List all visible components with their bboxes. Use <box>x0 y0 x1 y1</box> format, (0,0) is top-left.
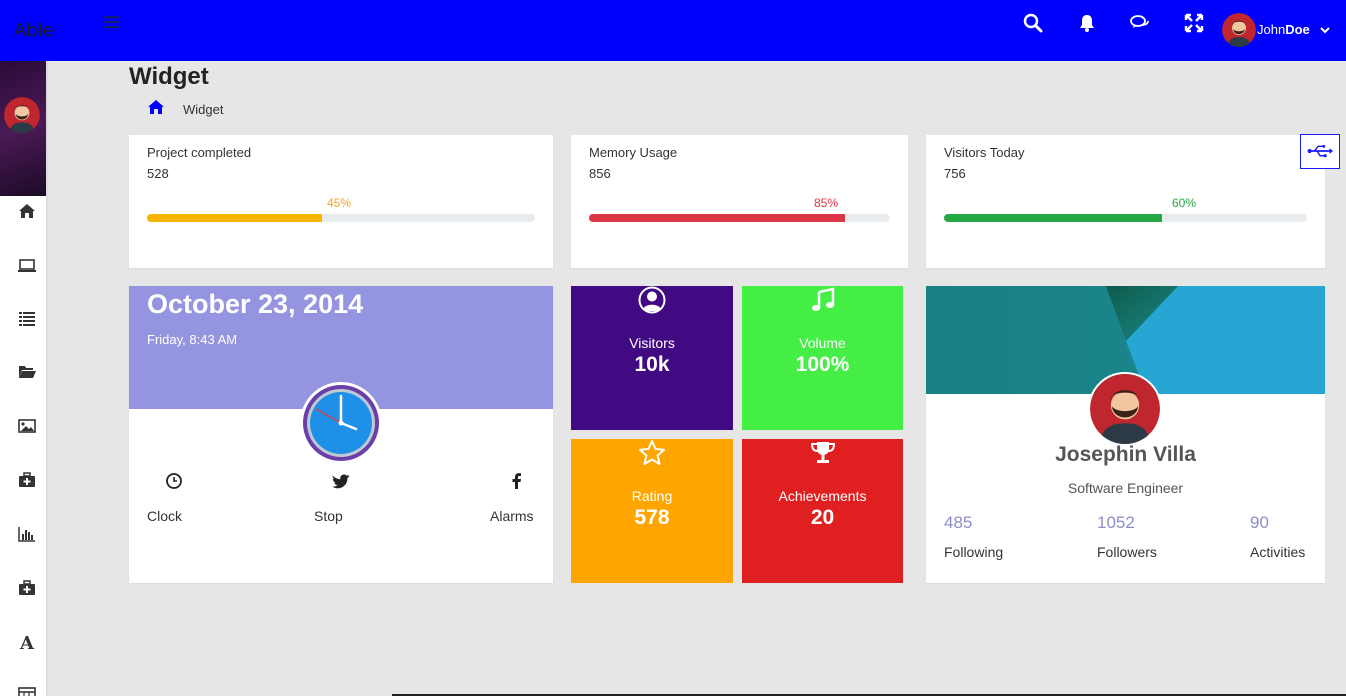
svg-text:A: A <box>19 633 35 652</box>
profile-avatar[interactable] <box>1088 372 1162 446</box>
stat-card-projects: Project completed 528 45% <box>129 135 553 268</box>
username[interactable]: JohnDoe <box>1257 22 1310 37</box>
profile-role: Software Engineer <box>1067 480 1184 496</box>
medkit-icon[interactable] <box>17 470 37 490</box>
profile-name: Josephin Villa <box>1055 443 1196 466</box>
trophy-icon <box>810 442 835 463</box>
table-icon[interactable] <box>17 685 37 696</box>
stat-card-memory: Memory Usage 856 85% <box>571 135 908 268</box>
tile-label: Volume <box>799 335 846 351</box>
progress-percent: 85% <box>814 196 839 210</box>
clock-label[interactable]: Clock <box>147 508 182 524</box>
following-count: 485 <box>944 513 973 532</box>
progress-bar <box>147 214 535 222</box>
tile-value: 100% <box>795 353 850 376</box>
progress-bar <box>589 214 890 222</box>
menu-toggle-icon[interactable] <box>104 16 120 30</box>
user-circle-icon <box>638 286 666 314</box>
folder-open-icon[interactable] <box>17 362 37 382</box>
stat-value: 756 <box>944 166 966 181</box>
star-icon <box>639 440 665 465</box>
stat-card-visitors: Visitors Today 756 60% <box>926 135 1325 268</box>
bar-chart-icon[interactable] <box>17 524 37 544</box>
progress-percent: 45% <box>327 196 352 210</box>
followers-count: 1052 <box>1097 513 1135 532</box>
image-icon[interactable] <box>17 416 37 436</box>
clock-icon[interactable] <box>165 472 183 490</box>
laptop-icon[interactable] <box>17 255 37 275</box>
top-navbar: Able JohnDoe <box>0 0 1346 61</box>
stop-label[interactable]: Stop <box>314 508 343 524</box>
following-label: Following <box>944 544 1004 560</box>
activities-count: 90 <box>1250 513 1269 532</box>
tile-value: 20 <box>810 506 835 529</box>
stat-label: Project completed <box>147 145 252 160</box>
chevron-down-icon[interactable] <box>1320 25 1330 35</box>
home-icon[interactable] <box>17 201 37 221</box>
tile-value: 578 <box>634 506 670 529</box>
font-icon[interactable]: A <box>17 632 37 652</box>
progress-fill <box>944 214 1162 222</box>
stat-value: 856 <box>589 166 611 181</box>
progress-fill <box>589 214 845 222</box>
chat-icon[interactable] <box>1130 13 1150 33</box>
progress-percent: 60% <box>1172 196 1197 210</box>
stat-label: Visitors Today <box>944 145 1025 160</box>
search-icon[interactable] <box>1023 13 1043 33</box>
activities-label: Activities <box>1250 544 1306 560</box>
tile-visitors[interactable]: Visitors 10k <box>571 286 733 430</box>
tile-label: Visitors <box>629 335 675 351</box>
progress-fill <box>147 214 322 222</box>
facebook-icon[interactable] <box>508 472 526 490</box>
date-subtitle: Friday, 8:43 AM <box>147 332 238 347</box>
date-widget: October 23, 2014 Friday, 8:43 AM Clock S… <box>129 286 553 583</box>
page-title: Widget <box>129 63 209 90</box>
bell-icon[interactable] <box>1077 13 1097 33</box>
twitter-icon[interactable] <box>332 472 350 490</box>
date-title: October 23, 2014 <box>147 289 364 319</box>
usb-button[interactable] <box>1300 134 1340 169</box>
tile-rating[interactable]: Rating 578 <box>571 439 733 583</box>
breadcrumb-current[interactable]: Widget <box>183 102 223 117</box>
tile-label: Achievements <box>778 488 867 504</box>
stat-label: Memory Usage <box>589 145 678 160</box>
sidebar-avatar[interactable] <box>4 97 40 133</box>
tile-achievements[interactable]: Achievements 20 <box>742 439 903 583</box>
home-icon[interactable] <box>148 100 164 114</box>
usb-icon <box>1307 144 1334 158</box>
alarms-label[interactable]: Alarms <box>490 508 534 524</box>
user-avatar[interactable] <box>1222 13 1256 47</box>
sidebar-profile-header <box>0 61 46 196</box>
stat-value: 528 <box>147 166 169 181</box>
fullscreen-icon[interactable] <box>1184 13 1204 33</box>
medkit-icon[interactable] <box>17 578 37 598</box>
list-icon[interactable] <box>17 308 37 328</box>
tile-label: Rating <box>631 488 673 504</box>
clock-face-icon <box>300 382 382 464</box>
music-icon <box>811 287 834 311</box>
followers-label: Followers <box>1097 544 1157 560</box>
progress-bar <box>944 214 1307 222</box>
sidebar: A <box>0 61 46 696</box>
tile-value: 10k <box>634 353 670 376</box>
tile-volume[interactable]: Volume 100% <box>742 286 903 430</box>
brand-logo[interactable]: Able <box>14 20 54 41</box>
profile-card: Josephin Villa Software Engineer 485 Fol… <box>926 286 1325 583</box>
